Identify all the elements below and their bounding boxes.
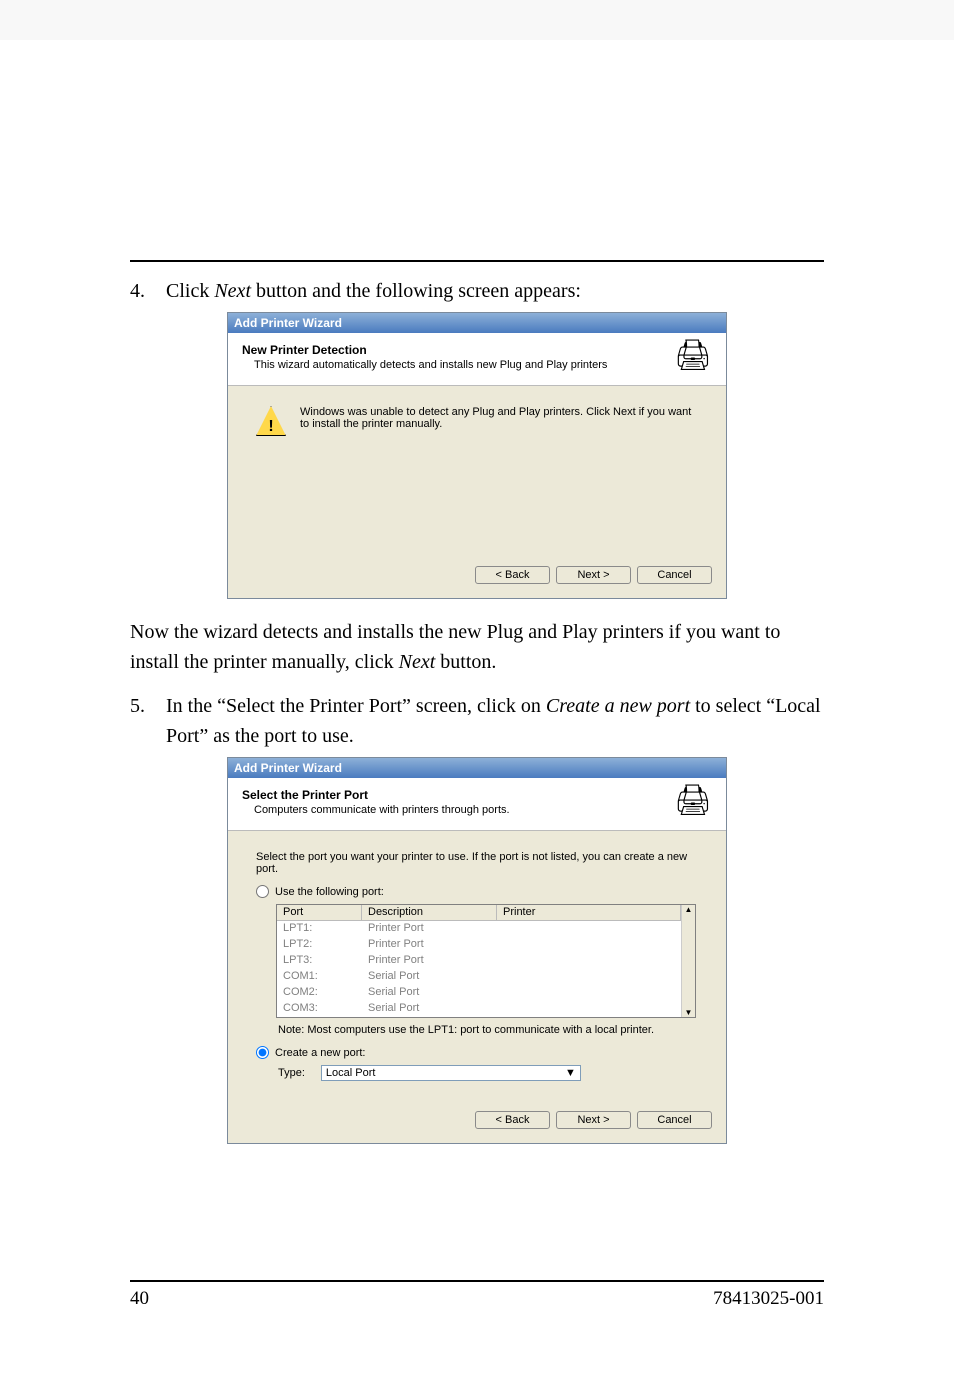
- table-row[interactable]: LPT1:Printer Port: [277, 921, 681, 937]
- type-select-value: Local Port: [326, 1067, 376, 1079]
- dialog2-buttons: < Back Next > Cancel: [228, 1101, 726, 1143]
- step-5-frag-b: Create a new port: [546, 695, 690, 717]
- use-following-port-radio[interactable]: Use the following port:: [256, 885, 698, 898]
- table-row[interactable]: LPT3:Printer Port: [277, 953, 681, 969]
- next-button[interactable]: Next >: [556, 566, 631, 584]
- dialog2-hint: Select the port you want your printer to…: [256, 851, 698, 875]
- create-new-port-label: Create a new port:: [275, 1047, 366, 1059]
- create-new-port-input[interactable]: [256, 1046, 269, 1059]
- dialog2-body: Select the port you want your printer to…: [228, 831, 726, 1101]
- table-row[interactable]: COM1:Serial Port: [277, 969, 681, 985]
- top-rule: [130, 260, 824, 262]
- step-5: 5. In the “Select the Printer Port” scre…: [130, 691, 824, 751]
- chevron-down-icon: ▼: [565, 1067, 576, 1079]
- cancel-button[interactable]: Cancel: [637, 566, 712, 584]
- next-button[interactable]: Next >: [556, 1111, 631, 1129]
- step-5-num: 5.: [130, 691, 166, 751]
- warn-row: ! Windows was unable to detect any Plug …: [256, 406, 698, 436]
- port-table: Port Description Printer LPT1:Printer Po…: [276, 904, 696, 1018]
- table-row[interactable]: COM2:Serial Port: [277, 985, 681, 1001]
- type-select[interactable]: Local Port ▼: [321, 1065, 581, 1081]
- dialog1-titlebar: Add Printer Wizard: [228, 313, 726, 333]
- dialog1-buttons: < Back Next > Cancel: [228, 556, 726, 598]
- use-following-port-input[interactable]: [256, 885, 269, 898]
- create-new-port-radio[interactable]: Create a new port:: [256, 1046, 698, 1059]
- footer-rule: [130, 1280, 824, 1282]
- back-button[interactable]: < Back: [475, 566, 550, 584]
- step-4-text: Click Next button and the following scre…: [166, 276, 824, 306]
- port-note: Note: Most computers use the LPT1: port …: [278, 1024, 698, 1036]
- dialog2-header-sub: Computers communicate with printers thro…: [242, 804, 662, 816]
- cancel-button[interactable]: Cancel: [637, 1111, 712, 1129]
- printer-icon: 🖨: [674, 341, 712, 371]
- port-table-head: Port Description Printer: [277, 905, 681, 921]
- dialog-new-printer-detection: Add Printer Wizard New Printer Detection…: [227, 312, 727, 599]
- page: 4. Click Next button and the following s…: [0, 40, 954, 1390]
- dialog2-header-title: Select the Printer Port: [242, 788, 662, 802]
- dialog1-header-sub: This wizard automatically detects and in…: [242, 359, 662, 371]
- dialog1-body-text: Windows was unable to detect any Plug an…: [300, 406, 698, 430]
- step-5-frag-a: In the “Select the Printer Port” screen,…: [166, 695, 546, 717]
- col-printer: Printer: [497, 905, 681, 921]
- dialog1-body: ! Windows was unable to detect any Plug …: [228, 386, 726, 556]
- step-5-text: In the “Select the Printer Port” screen,…: [166, 691, 824, 751]
- use-following-port-label: Use the following port:: [275, 886, 384, 898]
- dialog1-header: New Printer Detection This wizard automa…: [228, 333, 726, 386]
- table-row[interactable]: LPT2:Printer Port: [277, 937, 681, 953]
- col-port: Port: [277, 905, 362, 921]
- scroll-up-icon[interactable]: ▲: [682, 905, 695, 914]
- dialog2-header-text: Select the Printer Port Computers commun…: [242, 788, 662, 816]
- page-number: 40: [130, 1288, 149, 1310]
- dialog1-header-text: New Printer Detection This wizard automa…: [242, 343, 662, 371]
- type-label: Type:: [278, 1067, 305, 1079]
- mid-frag-b: Next: [399, 651, 436, 673]
- port-table-inner: Port Description Printer LPT1:Printer Po…: [277, 905, 681, 1017]
- step-4: 4. Click Next button and the following s…: [130, 276, 824, 306]
- dialog2-titlebar: Add Printer Wizard: [228, 758, 726, 778]
- dialog2-header: Select the Printer Port Computers commun…: [228, 778, 726, 831]
- mid-paragraph: Now the wizard detects and installs the …: [130, 617, 824, 677]
- port-table-scrollbar[interactable]: ▲▼: [681, 905, 695, 1017]
- warning-icon: !: [256, 406, 286, 436]
- type-row: Type: Local Port ▼: [278, 1065, 698, 1081]
- port-table-body: LPT1:Printer Port LPT2:Printer Port LPT3…: [277, 921, 681, 1017]
- step-4-frag-b: Next: [214, 280, 251, 302]
- dialog1-header-title: New Printer Detection: [242, 343, 662, 357]
- doc-number: 78413025-001: [713, 1288, 824, 1310]
- footer: 40 78413025-001: [130, 1272, 824, 1310]
- printer-icon: 🖨: [674, 786, 712, 816]
- step-4-frag-c: button and the following screen appears:: [251, 280, 581, 302]
- table-row[interactable]: COM3:Serial Port: [277, 1001, 681, 1017]
- scroll-down-icon[interactable]: ▼: [682, 1008, 695, 1017]
- dialog-select-printer-port: Add Printer Wizard Select the Printer Po…: [227, 757, 727, 1144]
- footer-row: 40 78413025-001: [130, 1288, 824, 1310]
- back-button[interactable]: < Back: [475, 1111, 550, 1129]
- step-4-num: 4.: [130, 276, 166, 306]
- step-4-frag-a: Click: [166, 280, 214, 302]
- col-desc: Description: [362, 905, 497, 921]
- mid-frag-c: button.: [435, 651, 496, 673]
